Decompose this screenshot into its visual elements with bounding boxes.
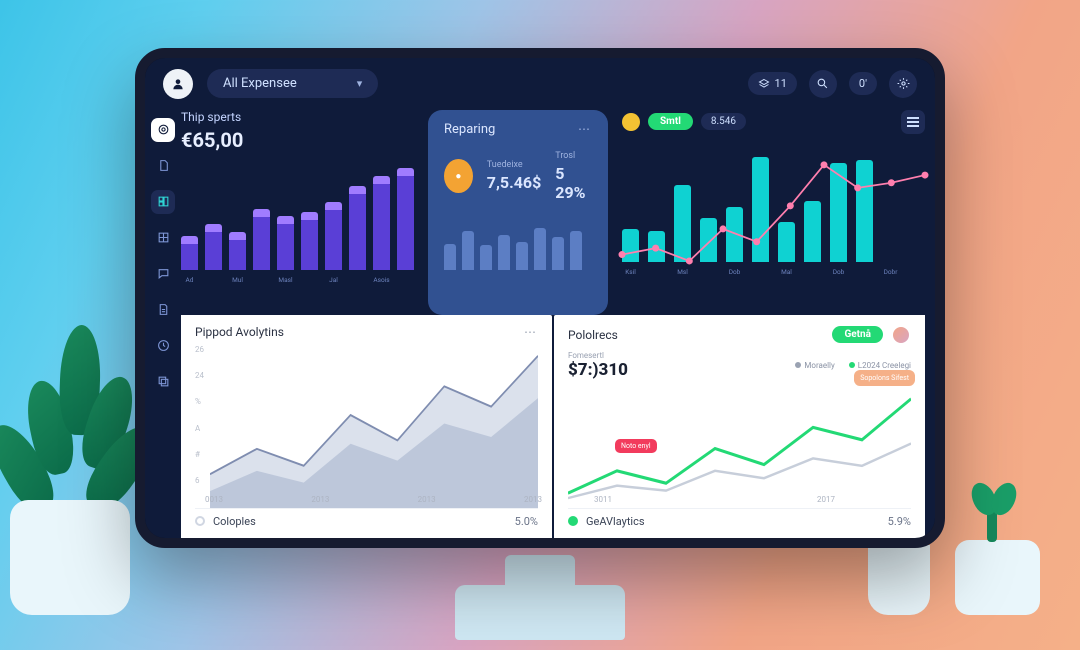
combo-chips: Smtl 8.546 <box>622 110 925 134</box>
metric1-value: 7,5.46$ <box>487 173 541 192</box>
sidebar-item-grid[interactable] <box>151 226 175 250</box>
metric1-label: Tuedeixe <box>487 160 541 170</box>
chip-green-label: Smtl <box>660 116 681 127</box>
user-avatar[interactable] <box>891 325 911 345</box>
reporting-mini-chart <box>444 218 592 270</box>
count-pill[interactable]: 11 <box>748 72 797 95</box>
card-reporting: Reparing ⋯ ● Tuedeixe 7,5.46$ Trosl 5 29… <box>428 110 608 315</box>
decorative-plant <box>0 285 145 615</box>
notification-count: 0' <box>859 77 867 90</box>
analytics-menu[interactable]: ⋯ <box>524 325 538 339</box>
sidebar-rail <box>145 110 181 538</box>
monitor-frame: All Expensee ▾ 11 0' <box>135 48 945 548</box>
card-spending: Thip sperts €65,00 AdMulMaslJalAsois <box>181 110 414 315</box>
metric-badge-icon: ● <box>444 159 473 193</box>
analytics-plot <box>210 339 538 508</box>
user-icon <box>171 77 185 91</box>
dropdown-label: All Expensee <box>223 76 297 91</box>
card-combo: Smtl 8.546 KsilMslDobMalDobDobr <box>622 110 925 315</box>
combo-menu-button[interactable] <box>901 110 925 134</box>
target-icon <box>157 123 170 136</box>
sidebar-item-doc[interactable] <box>151 154 175 178</box>
profile-button[interactable] <box>163 69 193 99</box>
sidebar-item-chat[interactable] <box>151 262 175 286</box>
legend-b-sub: Creelegi <box>882 361 911 370</box>
politics-legend: Moraelly L2024 Creelegi <box>795 361 911 370</box>
decorative-planter <box>955 540 1040 615</box>
card-reporting-menu[interactable]: ⋯ <box>578 122 592 136</box>
monitor-stand <box>455 585 625 640</box>
combo-chart <box>622 152 925 262</box>
file-icon <box>157 303 170 316</box>
count-value: 11 <box>775 77 787 90</box>
politics-title: Pololrecs <box>568 328 618 342</box>
search-button[interactable] <box>809 70 837 98</box>
chip-green[interactable]: Smtl <box>648 113 693 130</box>
chip-yellow-icon <box>622 113 640 131</box>
metric2-label: Trosl <box>555 151 592 161</box>
decorative-cup <box>868 545 930 615</box>
politics-foot-dot-icon <box>568 516 578 526</box>
sidebar-item-target[interactable] <box>151 118 175 142</box>
politics-foot-label: GeAVlaytics <box>586 515 645 528</box>
card-reporting-title: Reparing <box>444 122 495 137</box>
politics-foot-value: 5.9% <box>888 515 911 528</box>
chat-icon <box>157 267 170 280</box>
settings-button[interactable] <box>889 70 917 98</box>
metric2-value: 5 29% <box>555 164 592 202</box>
spending-x-axis: AdMulMaslJalAsois <box>181 276 414 284</box>
clock-icon <box>157 339 170 352</box>
chip-value: 8.546 <box>701 113 746 130</box>
spending-bar-chart <box>181 170 414 270</box>
grid-icon <box>157 231 170 244</box>
politics-sub-label: Fomesertl <box>568 351 628 360</box>
sidebar-item-copy[interactable] <box>151 370 175 394</box>
chevron-down-icon: ▾ <box>357 77 363 90</box>
dashboard-icon <box>157 195 170 208</box>
analytics-y-axis: 2624%A#6 <box>195 339 210 508</box>
layers-icon <box>758 78 770 90</box>
politics-action-button[interactable]: Getnå <box>832 326 883 343</box>
expense-dropdown[interactable]: All Expensee ▾ <box>207 69 378 98</box>
analytics-foot-value: 5.0% <box>515 515 538 528</box>
analytics-x-axis: 0013201320132013 <box>205 495 542 504</box>
chip-value-text: 8.546 <box>711 116 736 127</box>
sidebar-item-dash[interactable] <box>151 190 175 214</box>
politics-big-value: $7:)310 <box>568 360 628 380</box>
legend-b: L2024 <box>858 361 880 370</box>
copy-icon <box>157 375 170 388</box>
analytics-foot-dot-icon <box>195 516 205 526</box>
notification-pill[interactable]: 0' <box>849 72 877 95</box>
card-analytics: Pippod Avolytins ⋯ 2624%A#6 001320132013… <box>181 315 552 538</box>
analytics-title: Pippod Avolytins <box>195 325 284 339</box>
sidebar-item-file[interactable] <box>151 298 175 322</box>
politics-x-axis: 30112017 <box>594 495 835 504</box>
politics-tag: Noto enyl <box>615 439 657 453</box>
legend-a: Moraelly <box>804 361 834 370</box>
card-spending-title: Thip sperts <box>181 110 414 124</box>
topbar: All Expensee ▾ 11 0' <box>145 58 935 110</box>
hamburger-icon <box>907 121 919 123</box>
analytics-foot-label: Coloples <box>213 515 256 528</box>
card-spending-amount: €65,00 <box>181 128 414 152</box>
card-politics: Pololrecs Getnå Fomesertl $7:)310 Morael… <box>554 315 925 538</box>
politics-action-label: Getnå <box>844 329 871 340</box>
politics-plot: Noto enyl <box>568 384 911 508</box>
document-icon <box>157 159 170 172</box>
search-icon <box>816 77 829 90</box>
settings-icon <box>897 77 910 90</box>
app-screen: All Expensee ▾ 11 0' <box>145 58 935 538</box>
sidebar-item-clock[interactable] <box>151 334 175 358</box>
